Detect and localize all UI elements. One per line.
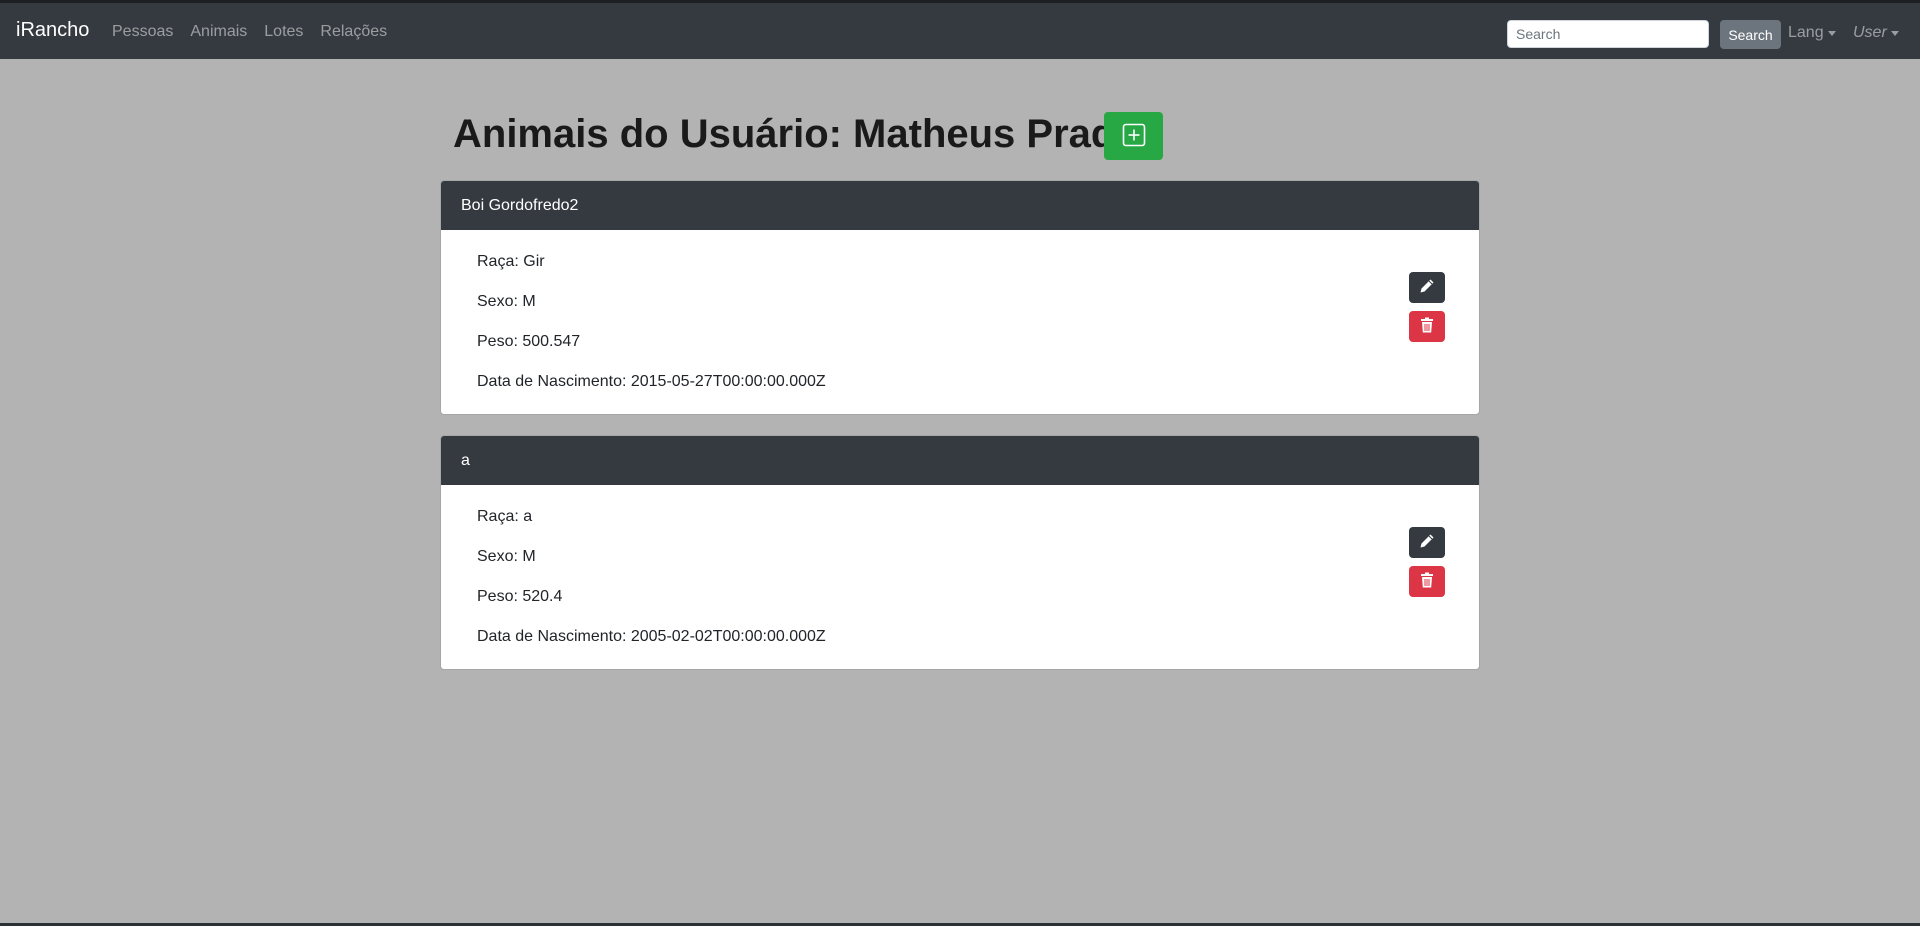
animal-card-body: Raça: a Sexo: M Peso: 520.4 Data de Nasc… bbox=[441, 507, 1479, 667]
navbar: iRancho Pessoas Animais Lotes Relações S… bbox=[0, 3, 1920, 59]
nav-link-relacoes[interactable]: Relações bbox=[320, 22, 387, 42]
user-dropdown-label: User bbox=[1853, 24, 1887, 41]
nav-link-animais[interactable]: Animais bbox=[190, 22, 247, 42]
nav-link-pessoas[interactable]: Pessoas bbox=[112, 22, 173, 42]
brand-logo[interactable]: iRancho bbox=[16, 18, 89, 42]
search-input[interactable] bbox=[1507, 20, 1709, 48]
animal-card: a Raça: a Sexo: M Peso: 520.4 Data de Na… bbox=[440, 435, 1480, 670]
animal-sex: Sexo: M bbox=[477, 548, 536, 565]
animal-breed: Raça: a bbox=[477, 508, 533, 525]
animal-card: Boi Gordofredo2 Raça: Gir Sexo: M Peso: … bbox=[440, 180, 1480, 415]
nav-link-lotes[interactable]: Lotes bbox=[264, 22, 303, 42]
delete-animal-button[interactable] bbox=[1409, 566, 1445, 597]
animal-card-header: a bbox=[441, 436, 1479, 485]
plus-square-icon bbox=[1122, 123, 1146, 150]
animal-sex: Sexo: M bbox=[477, 293, 536, 310]
caret-down-icon bbox=[1890, 30, 1899, 36]
nav-links: Pessoas Animais Lotes Relações bbox=[112, 22, 404, 42]
animal-card-header: Boi Gordofredo2 bbox=[441, 181, 1479, 230]
pencil-icon bbox=[1419, 278, 1435, 297]
user-dropdown[interactable]: User bbox=[1853, 23, 1899, 43]
caret-down-icon bbox=[1827, 30, 1836, 36]
trash-icon bbox=[1420, 572, 1434, 591]
page-title: Animais do Usuário: Matheus Prado bbox=[453, 112, 1140, 156]
edit-animal-button[interactable] bbox=[1409, 272, 1445, 303]
animal-card-body: Raça: Gir Sexo: M Peso: 500.547 Data de … bbox=[441, 252, 1479, 412]
delete-animal-button[interactable] bbox=[1409, 311, 1445, 342]
animal-breed: Raça: Gir bbox=[477, 253, 545, 270]
add-animal-button[interactable] bbox=[1104, 112, 1163, 160]
animal-birthdate: Data de Nascimento: 2005-02-02T00:00:00.… bbox=[477, 628, 826, 645]
animal-weight: Peso: 520.4 bbox=[477, 588, 563, 605]
lang-dropdown-label: Lang bbox=[1788, 24, 1824, 41]
lang-dropdown[interactable]: Lang bbox=[1788, 23, 1836, 43]
search-button[interactable]: Search bbox=[1720, 20, 1781, 49]
animal-birthdate: Data de Nascimento: 2015-05-27T00:00:00.… bbox=[477, 373, 826, 390]
edit-animal-button[interactable] bbox=[1409, 527, 1445, 558]
animal-weight: Peso: 500.547 bbox=[477, 333, 581, 350]
pencil-icon bbox=[1419, 533, 1435, 552]
trash-icon bbox=[1420, 317, 1434, 336]
